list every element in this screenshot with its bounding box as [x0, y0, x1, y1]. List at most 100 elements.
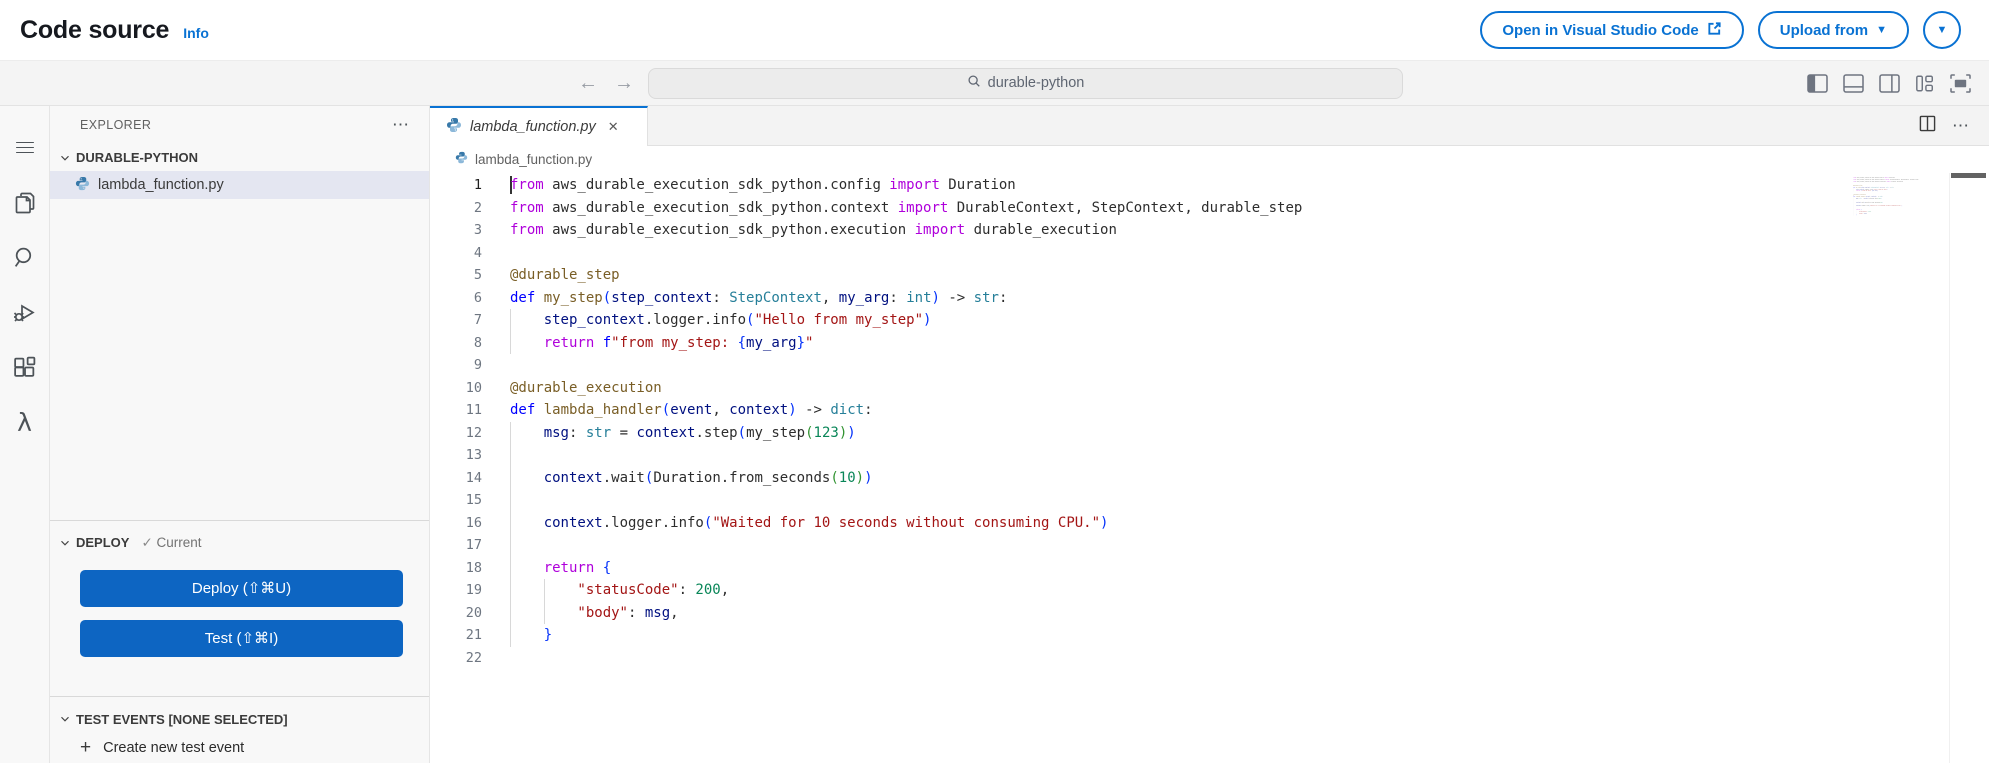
- upload-from-button[interactable]: Upload from ▼: [1757, 11, 1909, 49]
- run-debug-icon[interactable]: [0, 285, 49, 340]
- line-number: 8: [473, 334, 482, 351]
- header-actions: Open in Visual Studio Code Upload from ▼…: [1480, 11, 1961, 49]
- explorer-icon[interactable]: [0, 175, 49, 230]
- code-source-header: Code source Info Open in Visual Studio C…: [0, 0, 1989, 60]
- code-line-21: 21}: [430, 624, 1989, 647]
- minimap[interactable]: from aws_durable_execution_sdk_python.co…: [1851, 177, 1945, 239]
- toggle-secondary-sidebar-icon[interactable]: [1879, 73, 1900, 93]
- deploy-status-text: Current: [156, 534, 202, 550]
- overview-ruler-cursor-mark: [1951, 173, 1986, 178]
- test-button[interactable]: Test (⇧⌘I): [80, 619, 403, 657]
- line-number: 1: [473, 177, 482, 193]
- code-editor[interactable]: 1 from aws_durable_execution_sdk_python.c…: [430, 173, 1989, 763]
- code-line-7: 7 step_context .logger.info("Hello from my…: [430, 309, 1989, 332]
- python-file-icon: [455, 151, 468, 169]
- deploy-button[interactable]: Deploy (⇧⌘U): [80, 569, 403, 607]
- search-value: durable-python: [987, 75, 1085, 91]
- code-line-2: 2 from aws_durable_execution_sdk_python.c…: [430, 197, 1989, 220]
- file-item-lambda-function[interactable]: lambda_function.py: [50, 171, 429, 199]
- deploy-status: ✓ Current: [141, 535, 201, 551]
- toggle-panel-icon[interactable]: [1843, 73, 1864, 93]
- code-line-13: 13: [430, 444, 1989, 467]
- close-tab-icon[interactable]: ✕: [608, 119, 619, 135]
- caret-down-icon: ▼: [1876, 24, 1887, 36]
- breadcrumb: lambda_function.py: [430, 146, 1989, 173]
- upload-from-label: Upload from: [1779, 21, 1869, 39]
- test-events-label: TEST EVENTS [NONE SELECTED]: [76, 711, 288, 727]
- line-number: 14: [465, 469, 482, 486]
- line-number: 4: [473, 244, 482, 261]
- code-line-22: 22: [430, 647, 1989, 670]
- line-number: 19: [465, 582, 482, 598]
- code-line-11: 11 def lambda_handler(event, context) -> …: [430, 399, 1989, 422]
- chevron-down-icon: [58, 536, 72, 550]
- create-test-event-label: Create new test event: [103, 740, 245, 756]
- line-number: 20: [465, 604, 482, 621]
- code-line-8: 8 return f "from my_step: {my_arg} ": [430, 331, 1989, 354]
- info-link[interactable]: Info: [183, 25, 209, 41]
- open-in-vscode-label: Open in Visual Studio Code: [1502, 21, 1699, 39]
- create-new-test-event-button[interactable]: + Create new test event: [50, 733, 429, 763]
- line-number: 10: [465, 379, 482, 396]
- tab-lambda-function[interactable]: lambda_function.py ✕: [430, 106, 648, 146]
- python-file-icon: [75, 176, 90, 195]
- code-line-18: 18 return {: [430, 556, 1989, 579]
- line-number: 2: [473, 199, 482, 216]
- customize-layout-icon[interactable]: [1915, 74, 1935, 93]
- aws-lambda-icon[interactable]: λ: [0, 395, 49, 450]
- code-line-17: 17: [430, 534, 1989, 557]
- line-number: 5: [473, 267, 482, 283]
- line-number: 21: [465, 627, 482, 643]
- editor-group: lambda_function.py ✕ ⋯ lambda_function.p…: [430, 106, 1989, 763]
- menu-icon[interactable]: [0, 120, 49, 175]
- line-number: 13: [465, 447, 482, 463]
- line-number: 11: [465, 402, 482, 418]
- line-number: 18: [465, 559, 482, 576]
- open-in-vscode-button[interactable]: Open in Visual Studio Code: [1480, 11, 1744, 49]
- line-number: 12: [465, 424, 482, 441]
- plus-icon: +: [80, 737, 92, 758]
- line-number: 22: [465, 649, 482, 666]
- folder-item-durable-python[interactable]: DURABLE-PYTHON: [50, 144, 429, 171]
- breadcrumb-file-name[interactable]: lambda_function.py: [475, 152, 592, 167]
- code-lines: 1 from aws_durable_execution_sdk_python.c…: [430, 173, 1989, 669]
- explorer-more-actions-icon[interactable]: ⋯: [392, 115, 411, 135]
- code-line-10: 10 @durable_execution: [430, 377, 1989, 400]
- extensions-icon[interactable]: [0, 340, 49, 395]
- fullscreen-icon[interactable]: [1950, 73, 1971, 93]
- navigate-back-button[interactable]: ←: [578, 73, 598, 93]
- code-line-9: 9: [430, 354, 1989, 377]
- line-number: 3: [473, 222, 482, 238]
- test-events-panel: TEST EVENTS [NONE SELECTED] + Create new…: [50, 696, 429, 763]
- editor-more-actions-icon[interactable]: ⋯: [1952, 116, 1971, 136]
- file-label: lambda_function.py: [98, 177, 224, 193]
- line-number: 17: [465, 537, 482, 553]
- line-number: 16: [465, 514, 482, 531]
- search-icon[interactable]: [0, 230, 49, 285]
- code-line-1: 1 from aws_durable_execution_sdk_python.c…: [430, 174, 1989, 197]
- caret-down-icon: ▼: [1936, 24, 1948, 36]
- more-actions-dropdown-button[interactable]: ▼: [1923, 11, 1961, 49]
- navigate-forward-button[interactable]: →: [614, 73, 634, 93]
- deploy-label: DEPLOY: [76, 535, 130, 551]
- editor-tab-bar: lambda_function.py ✕ ⋯: [430, 106, 1989, 146]
- test-events-section-header[interactable]: TEST EVENTS [NONE SELECTED]: [50, 705, 429, 733]
- code-line-15: 15: [430, 489, 1989, 512]
- activity-bar: λ: [0, 106, 50, 763]
- split-editor-icon[interactable]: [1919, 115, 1936, 137]
- check-icon: ✓: [141, 534, 153, 550]
- deploy-section-header[interactable]: DEPLOY ✓ Current: [50, 529, 429, 557]
- code-line-4: 4: [430, 242, 1989, 265]
- line-number: 6: [473, 289, 482, 306]
- code-line-12: 12 msg: str = context .step(my_step(123)): [430, 421, 1989, 444]
- external-link-icon: [1707, 21, 1722, 40]
- deploy-panel: DEPLOY ✓ Current Deploy (⇧⌘U) Test (⇧⌘I): [50, 519, 429, 696]
- line-number: 9: [473, 357, 482, 373]
- command-center-search[interactable]: durable-python: [648, 67, 1403, 99]
- code-line-19: 19 "statusCode": 200,: [430, 579, 1989, 602]
- toggle-primary-sidebar-icon[interactable]: [1807, 73, 1828, 93]
- code-line-6: 6 def my_step(step_context: StepContext, …: [430, 287, 1989, 310]
- scrollbar[interactable]: [1949, 173, 1989, 763]
- code-line-14: 14 context .wait(Duration.from_seconds(10)…: [430, 466, 1989, 489]
- explorer-panel: EXPLORER ⋯ DURABLE-PYTHON lambda_functio…: [50, 106, 429, 520]
